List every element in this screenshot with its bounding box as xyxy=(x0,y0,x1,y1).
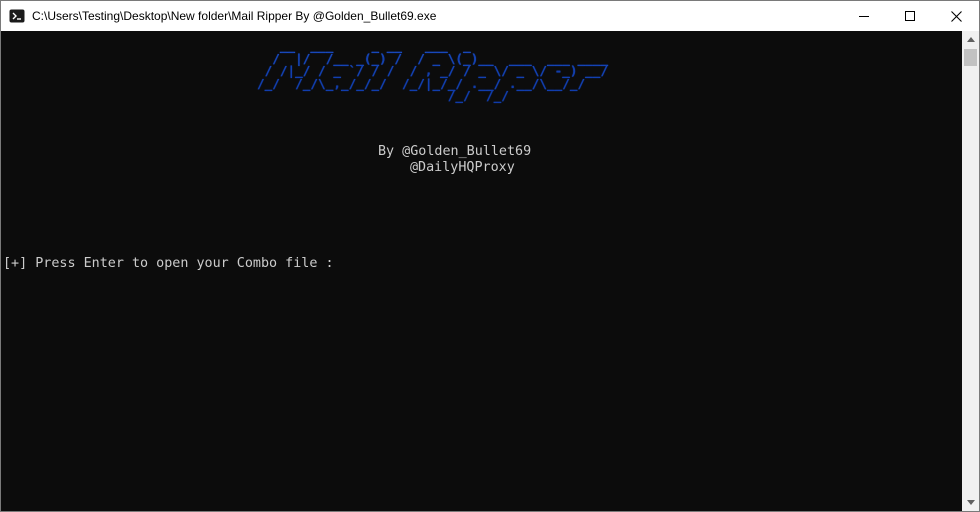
window-title: C:\Users\Testing\Desktop\New folder\Mail… xyxy=(32,9,437,23)
maximize-button[interactable] xyxy=(887,1,933,31)
title-bar[interactable]: C:\Users\Testing\Desktop\New folder\Mail… xyxy=(1,1,979,31)
scrollbar-thumb[interactable] xyxy=(964,49,977,66)
chevron-down-icon xyxy=(966,500,975,505)
minimize-icon xyxy=(859,16,869,17)
scroll-down-button[interactable] xyxy=(962,494,979,511)
minimize-button[interactable] xyxy=(841,1,887,31)
console-window: C:\Users\Testing\Desktop\New folder\Mail… xyxy=(0,0,980,512)
author-line: By @Golden_Bullet69 xyxy=(378,144,532,159)
prompt-line: [+] Press Enter to open your Combo file … xyxy=(3,256,334,271)
console-app-icon[interactable] xyxy=(9,8,25,24)
handle-line: @DailyHQProxy xyxy=(410,160,515,175)
chevron-up-icon xyxy=(966,37,975,42)
window-controls xyxy=(841,1,979,31)
vertical-scrollbar[interactable] xyxy=(962,31,979,511)
scroll-up-button[interactable] xyxy=(962,31,979,48)
close-icon xyxy=(950,10,962,22)
maximize-icon xyxy=(905,11,915,21)
banner-line: /_/ /_/ xyxy=(257,88,631,103)
console-output[interactable]: __ ___ _ __ ___ _ / |/ /__ _(_) / / _ \(… xyxy=(1,31,962,511)
ascii-banner: __ ___ _ __ ___ _ / |/ /__ _(_) / / _ \(… xyxy=(257,39,631,103)
close-button[interactable] xyxy=(933,1,979,31)
